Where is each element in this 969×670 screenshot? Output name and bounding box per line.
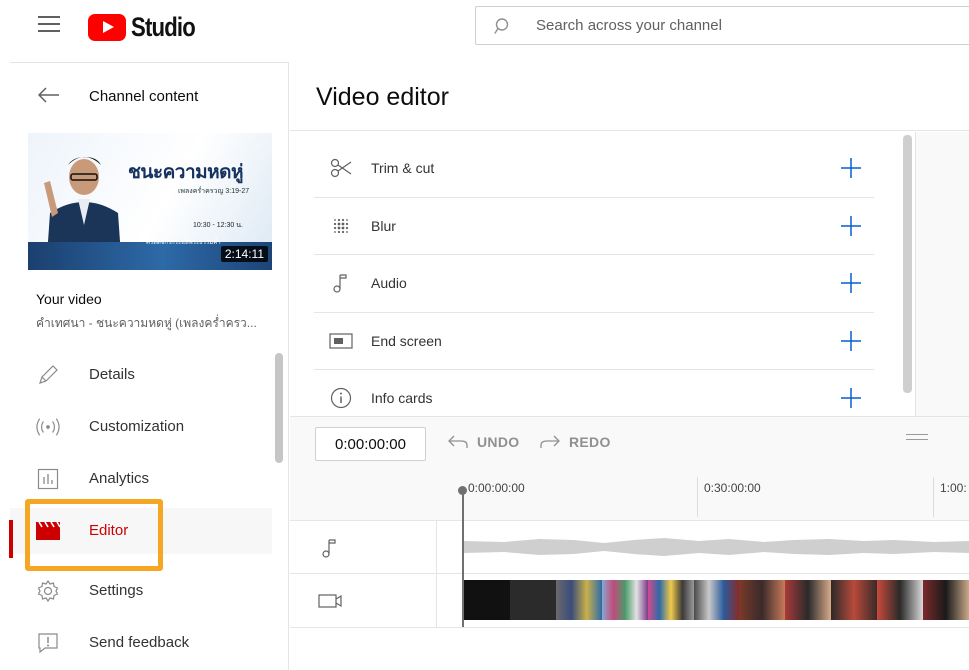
search-box[interactable]	[475, 6, 969, 45]
tool-label: Info cards	[371, 390, 433, 406]
music-note-icon	[318, 537, 342, 559]
thumbnail-subtitle: เพลงคร่ำครวญ 3:19-27	[178, 188, 250, 195]
active-indicator	[9, 520, 13, 558]
add-end-screen-icon[interactable]	[840, 330, 862, 352]
add-info-card-icon[interactable]	[840, 387, 862, 409]
add-audio-icon[interactable]	[840, 272, 862, 294]
redo-label: REDO	[569, 434, 611, 450]
redo-icon	[540, 435, 560, 448]
back-arrow-icon[interactable]	[37, 87, 60, 108]
add-trim-icon[interactable]	[840, 157, 862, 179]
studio-logo[interactable]: Studio	[88, 12, 209, 42]
sidebar-item-details[interactable]: Details	[10, 352, 272, 398]
tool-blur[interactable]: Blur	[314, 198, 874, 255]
tool-label: End screen	[371, 332, 442, 349]
sidebar-item-label: Send feedback	[89, 634, 190, 651]
video-filmstrip	[464, 580, 969, 620]
track-divider	[436, 521, 437, 574]
sidebar-item-analytics[interactable]: Analytics	[10, 456, 272, 502]
add-blur-icon[interactable]	[840, 215, 862, 237]
sidebar-item-label: Editor	[89, 522, 129, 539]
analytics-icon	[36, 468, 60, 490]
brand-name: Studio	[131, 11, 196, 42]
ruler-label: 1:00:	[940, 481, 967, 495]
your-video-label: Your video	[36, 291, 102, 307]
audio-waveform	[464, 538, 969, 556]
sidebar-item-label: Customization	[89, 418, 185, 435]
tool-label: Audio	[371, 275, 407, 291]
broadcast-icon	[36, 416, 60, 438]
drag-handle-icon[interactable]	[906, 434, 928, 444]
redo-button[interactable]: REDO	[540, 434, 611, 450]
playhead[interactable]	[462, 489, 464, 627]
timeline-bottom-border	[290, 627, 969, 628]
tools-scrollbar[interactable]	[903, 135, 912, 393]
tool-end-screen[interactable]: End screen	[314, 313, 874, 370]
search-input[interactable]	[536, 17, 936, 34]
top-bar: Studio	[0, 0, 969, 58]
ruler-label: 0:30:00:00	[704, 481, 761, 495]
scissors-icon	[328, 156, 354, 180]
sidebar-item-label: Details	[89, 366, 135, 383]
youtube-play-icon	[88, 13, 126, 41]
ruler-tick	[697, 477, 698, 517]
tool-audio[interactable]: Audio	[314, 255, 874, 313]
ruler-tick	[933, 477, 934, 517]
track-divider	[436, 574, 437, 627]
editor-header: Video editor	[290, 63, 969, 131]
video-title[interactable]: คำเทศนา - ชนะความหดหู่ (เพลงคร่ำครว...	[36, 314, 276, 333]
video-preview-area	[916, 132, 969, 416]
undo-icon	[448, 435, 468, 448]
sidebar-item-editor[interactable]: Editor	[9, 508, 272, 558]
page-title: Video editor	[316, 83, 449, 111]
sidebar-item-label: Analytics	[89, 470, 150, 487]
tool-trim-cut[interactable]: Trim & cut	[314, 140, 874, 198]
undo-button[interactable]: UNDO	[448, 434, 519, 450]
feedback-icon	[36, 632, 60, 654]
search-icon[interactable]	[494, 17, 534, 35]
gear-icon	[36, 580, 60, 602]
tool-label: Blur	[371, 217, 396, 234]
ruler-label: 0:00:00:00	[468, 481, 525, 495]
editor-tools-list: Trim & cut Blur Audio End screen Info ca…	[314, 140, 874, 428]
undo-label: UNDO	[477, 434, 520, 450]
sidebar-item-settings[interactable]: Settings	[10, 568, 272, 614]
tool-label: Trim & cut	[371, 160, 435, 176]
thumbnail-brand: คริสตจักรกระแสพระธรรมค้ำ	[146, 240, 221, 246]
video-thumbnail[interactable]: ชนะความหดหู่ เพลงคร่ำครวญ 3:19-27 10:30 …	[28, 133, 272, 270]
end-screen-icon	[328, 329, 354, 353]
back-to-channel-content[interactable]: Channel content	[10, 81, 270, 111]
video-duration-badge: 2:14:11	[220, 246, 268, 262]
pencil-icon	[36, 364, 60, 386]
info-icon	[328, 386, 354, 410]
menu-icon[interactable]	[38, 16, 60, 34]
sidebar-scrollbar[interactable]	[275, 353, 283, 463]
video-camera-icon	[318, 590, 342, 612]
thumbnail-title: ชนะความหดหู่	[128, 162, 244, 183]
back-label: Channel content	[89, 88, 199, 105]
blur-icon	[328, 214, 354, 238]
sidebar-item-send-feedback[interactable]: Send feedback	[10, 620, 272, 666]
music-note-icon	[328, 271, 354, 295]
clapperboard-icon	[36, 520, 60, 542]
thumbnail-time: 10:30 - 12:30 น.	[193, 222, 243, 229]
timecode-field[interactable]: 0:00:00:00	[315, 427, 426, 461]
sidebar-item-label: Settings	[89, 582, 144, 599]
sidebar-item-customization[interactable]: Customization	[10, 404, 272, 450]
